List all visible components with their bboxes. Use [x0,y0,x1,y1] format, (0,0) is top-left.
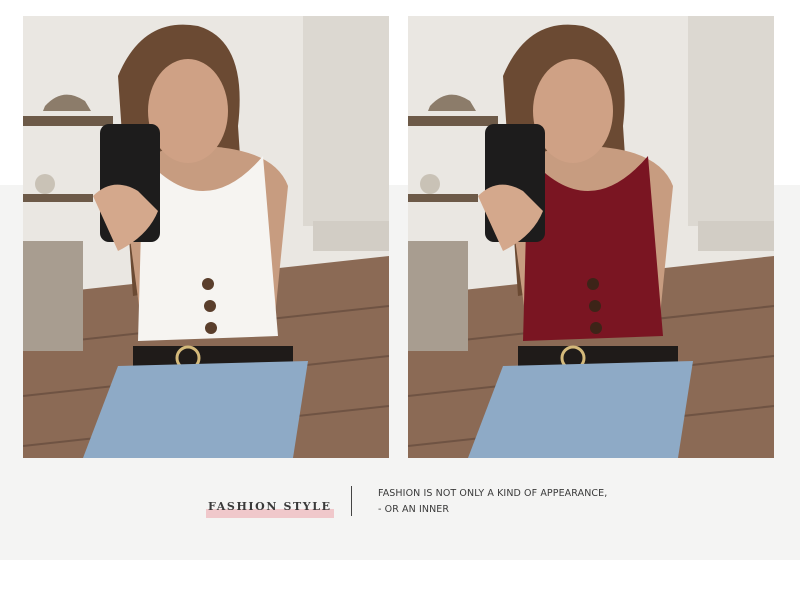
tagline-line-2: - OR AN INNER [378,504,450,515]
tagline: FASHION IS NOT ONLY A KIND OF APPEARANCE… [378,486,607,518]
product-photo-white [23,16,389,458]
product-photo-burgundy [408,16,774,458]
photo-illustration-burgundy [408,16,774,458]
headline-fashion-style: FASHION STYLE [208,500,332,513]
vertical-divider [351,486,352,516]
caption-row: FASHION STYLE FASHION IS NOT ONLY A KIND… [0,484,800,534]
photo-illustration-white [23,16,389,458]
tagline-line-1: FASHION IS NOT ONLY A KIND OF APPEARANCE… [378,488,608,499]
headline-block: FASHION STYLE [206,500,334,520]
